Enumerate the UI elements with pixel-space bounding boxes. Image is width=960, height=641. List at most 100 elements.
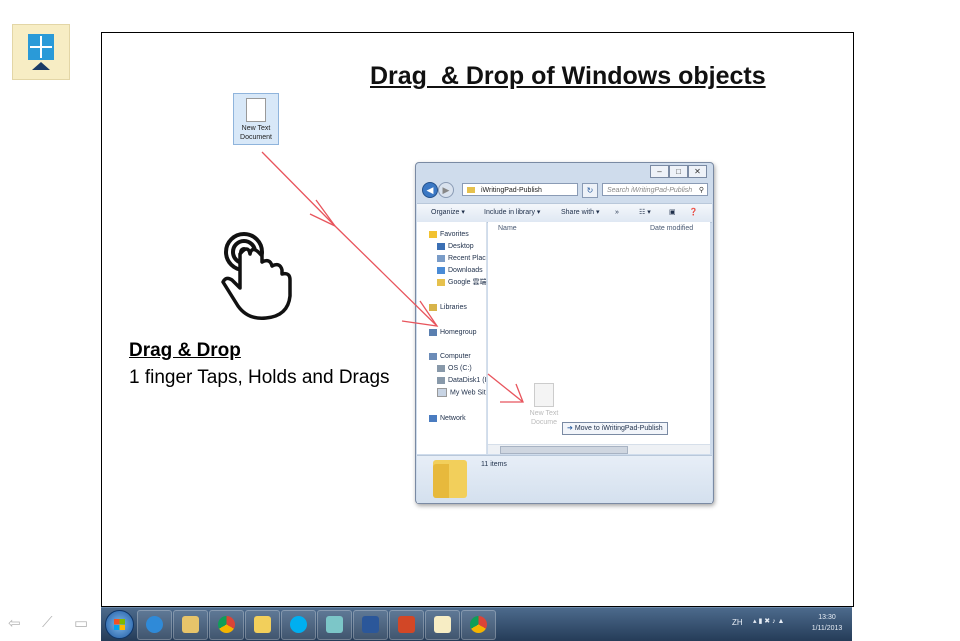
taskbar-word[interactable] bbox=[353, 610, 388, 640]
taskbar-paint[interactable] bbox=[173, 610, 208, 640]
tray-icons[interactable]: ▴ ▮ ✖ ♪ ▲ bbox=[753, 617, 784, 625]
view-options-icon[interactable]: ☷ ▾ bbox=[639, 204, 651, 222]
taskbar: ZH ▴ ▮ ✖ ♪ ▲ 13:30 1/11/2013 bbox=[101, 607, 852, 641]
start-button[interactable] bbox=[105, 610, 134, 639]
homegroup-icon bbox=[429, 328, 437, 336]
drag-tooltip: ➜ Move to iWritingPad-Publish bbox=[562, 422, 668, 435]
taskbar-powerpoint[interactable] bbox=[389, 610, 424, 640]
nav-os-drive[interactable]: OS (C:) bbox=[437, 364, 472, 374]
taskbar-ie[interactable] bbox=[137, 610, 172, 640]
gesture-title: Drag & Drop bbox=[129, 340, 241, 361]
taskbar-explorer[interactable] bbox=[245, 610, 280, 640]
taskbar-notepad[interactable] bbox=[317, 610, 352, 640]
ghost-label: New Text Docume bbox=[529, 410, 559, 426]
folder-icon bbox=[254, 616, 271, 633]
network-icon bbox=[429, 414, 437, 422]
minimize-button[interactable]: – bbox=[650, 165, 669, 178]
powerpoint-icon bbox=[398, 616, 415, 633]
clock-time: 13:30 bbox=[818, 614, 836, 621]
preview-pane-icon[interactable]: ▣ bbox=[669, 204, 676, 222]
nav-google-drive[interactable]: Google 雲端 bbox=[437, 278, 487, 288]
nav-computer[interactable]: Computer bbox=[429, 352, 471, 362]
pen-icon[interactable]: ⟋ bbox=[42, 614, 53, 631]
column-name-header[interactable]: Name bbox=[498, 225, 517, 232]
previous-slide-icon[interactable]: ⇦ bbox=[8, 614, 21, 632]
screen-stand-icon bbox=[32, 62, 50, 70]
nav-favorites[interactable]: Favorites bbox=[429, 230, 469, 240]
taskbar-skype[interactable] bbox=[281, 610, 316, 640]
more-button[interactable]: » bbox=[615, 204, 619, 222]
forward-button[interactable]: ▶ bbox=[438, 182, 454, 198]
presentation-app-icon[interactable] bbox=[12, 24, 70, 80]
item-count: 11 items bbox=[481, 461, 507, 468]
language-indicator[interactable]: ZH bbox=[732, 618, 743, 627]
horizontal-scrollbar[interactable] bbox=[488, 444, 710, 454]
writingpad-icon bbox=[434, 616, 451, 633]
drive-icon bbox=[437, 376, 445, 384]
taskbar-chrome[interactable] bbox=[209, 610, 244, 640]
nav-network[interactable]: Network bbox=[429, 414, 466, 424]
star-icon bbox=[429, 230, 437, 238]
nav-libraries[interactable]: Libraries bbox=[429, 303, 467, 313]
nav-my-web-sites[interactable]: My Web Sit bbox=[437, 388, 486, 398]
touch-hand-icon bbox=[221, 232, 292, 320]
windows-logo-icon bbox=[114, 619, 125, 630]
nav-desktop[interactable]: Desktop bbox=[437, 242, 474, 252]
address-bar[interactable]: iWritingPad-Publish bbox=[462, 183, 578, 196]
search-icon: ⚲ bbox=[698, 187, 704, 194]
details-pane: 11 items bbox=[417, 455, 712, 503]
maximize-button[interactable]: □ bbox=[669, 165, 688, 178]
nav-datadisk[interactable]: DataDisk1 (I bbox=[437, 376, 487, 386]
word-icon bbox=[362, 616, 379, 633]
window-controls: – □ ✕ bbox=[650, 165, 707, 178]
slide-title: Drag & Drop of Windows objects bbox=[370, 62, 766, 90]
navigation-pane: Favorites Desktop Recent Plac Downloads … bbox=[417, 222, 487, 454]
libraries-icon bbox=[429, 303, 437, 311]
desktop-icon bbox=[437, 242, 445, 250]
share-with-button[interactable]: Share with ▾ bbox=[561, 204, 600, 222]
clock[interactable]: 13:30 1/11/2013 bbox=[807, 612, 847, 634]
close-button[interactable]: ✕ bbox=[688, 165, 707, 178]
address-text: iWritingPad-Publish bbox=[481, 187, 542, 194]
document-icon bbox=[534, 383, 554, 407]
skype-icon bbox=[290, 616, 307, 633]
column-date-header[interactable]: Date modified bbox=[650, 225, 693, 232]
chrome-icon bbox=[218, 616, 235, 633]
back-button[interactable]: ◀ bbox=[422, 182, 438, 198]
taskbar-chrome-2[interactable] bbox=[461, 610, 496, 640]
taskbar-writingpad[interactable] bbox=[425, 610, 460, 640]
paint-icon bbox=[182, 616, 199, 633]
arrow-right-icon: ➜ bbox=[567, 425, 573, 432]
computer-icon bbox=[429, 352, 437, 360]
include-in-library-button[interactable]: Include in library ▾ bbox=[484, 204, 540, 222]
command-bar: Organize ▾ Include in library ▾ Share wi… bbox=[417, 203, 712, 223]
desktop-icon-label-line1: New Text bbox=[241, 125, 271, 132]
system-tray: ZH ▴ ▮ ✖ ♪ ▲ 13:30 1/11/2013 bbox=[727, 608, 852, 641]
organize-button[interactable]: Organize ▾ bbox=[431, 204, 465, 222]
downloads-icon bbox=[437, 266, 445, 274]
drive-icon bbox=[437, 364, 445, 372]
notepad-icon bbox=[326, 616, 343, 633]
folder-icon bbox=[467, 187, 475, 193]
chrome-icon bbox=[470, 616, 487, 633]
nav-homegroup[interactable]: Homegroup bbox=[429, 328, 477, 338]
gesture-description: 1 finger Taps, Holds and Drags bbox=[129, 367, 390, 388]
nav-downloads[interactable]: Downloads bbox=[437, 266, 483, 276]
desktop-text-document-icon[interactable]: New Text Document bbox=[233, 93, 279, 145]
nav-recent-places[interactable]: Recent Plac bbox=[437, 254, 486, 264]
desktop-icon-label: New Text Document bbox=[234, 124, 278, 142]
dragged-document-ghost: New Text Docume bbox=[524, 383, 558, 427]
scrollbar-thumb[interactable] bbox=[500, 446, 628, 454]
search-input[interactable]: Search iWritingPad-Publish ⚲ bbox=[602, 183, 708, 196]
search-placeholder: Search iWritingPad-Publish bbox=[607, 187, 693, 194]
windows-screen-icon bbox=[28, 34, 54, 60]
ie-icon bbox=[146, 616, 163, 633]
web-sites-icon bbox=[437, 388, 447, 397]
refresh-button[interactable]: ↻ bbox=[582, 183, 598, 198]
explorer-window[interactable]: – □ ✕ ◀ ▶ iWritingPad-Publish ↻ Search i… bbox=[415, 162, 714, 504]
help-icon[interactable]: ❓ bbox=[689, 204, 698, 222]
menu-icon[interactable]: ▭ bbox=[74, 614, 88, 632]
folder-icon bbox=[433, 460, 467, 498]
file-list[interactable]: Name Date modified New Text Docume ➜ Mov… bbox=[488, 222, 710, 454]
address-row: ◀ ▶ iWritingPad-Publish ↻ Search iWritin… bbox=[420, 182, 708, 198]
